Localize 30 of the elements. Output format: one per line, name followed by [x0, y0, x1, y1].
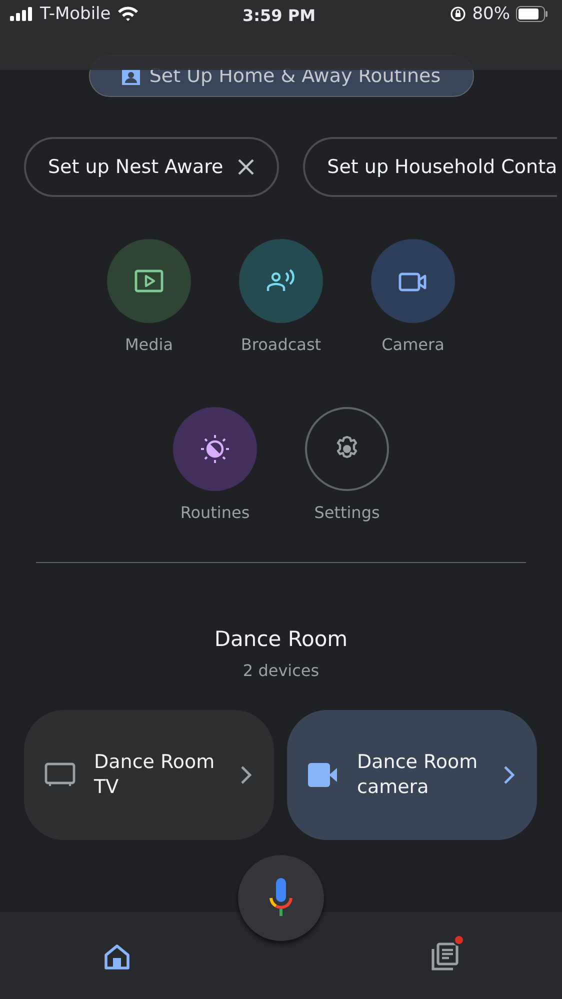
action-label: Routines: [180, 503, 250, 522]
rotation-lock-icon: [450, 6, 466, 22]
suggestion-chip[interactable]: Set up Nest Aware: [24, 137, 280, 197]
tv-icon: [44, 762, 76, 788]
device-name: Dance Room TV: [94, 750, 216, 800]
action-label: Media: [124, 335, 174, 354]
chevron-right-icon: [503, 765, 515, 785]
sun-moon-icon: [198, 433, 232, 465]
action-label: Settings: [314, 503, 380, 522]
feed-icon: [430, 942, 460, 972]
device-name: Dance Room camera: [357, 750, 479, 800]
home-icon: [103, 943, 131, 971]
chevron-right-icon: [240, 765, 252, 785]
carrier-name: T-Mobile: [40, 4, 111, 24]
room-title: Dance Room: [213, 627, 349, 651]
device-count: 2 devices: [242, 661, 320, 680]
signal-icon: [10, 7, 34, 21]
clock-time: 3:59 PM: [242, 5, 316, 25]
microphone-icon: [268, 878, 294, 918]
battery-icon: [516, 6, 548, 22]
settings-button[interactable]: [305, 407, 389, 491]
video-camera-icon: [307, 762, 339, 788]
suggestion-chip[interactable]: Set up Household Conta: [303, 137, 558, 197]
device-card[interactable]: Dance Room camera: [287, 710, 537, 840]
battery-percent: 80%: [472, 4, 510, 24]
action-label: Broadcast: [240, 335, 322, 354]
close-icon[interactable]: [237, 158, 256, 176]
device-card[interactable]: Dance Room TV: [24, 710, 274, 840]
action-label: Camera: [382, 335, 444, 354]
wifi-icon: [116, 6, 139, 22]
